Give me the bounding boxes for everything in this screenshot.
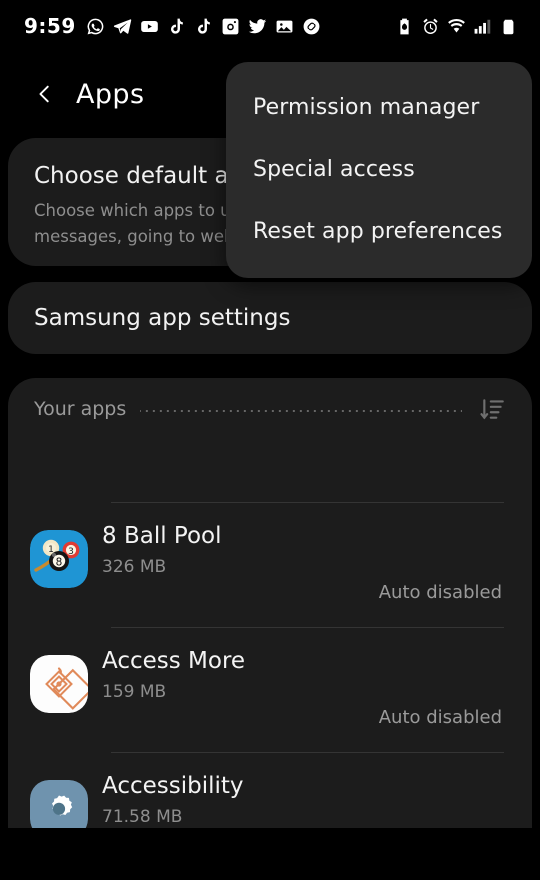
list-divider bbox=[111, 627, 504, 628]
svg-text:3: 3 bbox=[68, 547, 74, 557]
your-apps-label: Your apps bbox=[34, 398, 127, 420]
gallery-icon bbox=[275, 17, 294, 36]
instagram-icon bbox=[221, 17, 240, 36]
sort-button[interactable] bbox=[476, 392, 510, 426]
shazam-icon bbox=[302, 17, 321, 36]
app-size: 71.58 MB bbox=[102, 806, 183, 827]
list-divider bbox=[111, 502, 504, 503]
samsung-app-settings-title: Samsung app settings bbox=[34, 304, 291, 331]
menu-item-special-access[interactable]: Special access bbox=[226, 138, 532, 200]
app-name: Accessibility bbox=[102, 773, 244, 799]
app-name: Access More bbox=[102, 648, 246, 674]
app-size: 159 MB bbox=[102, 681, 167, 702]
8-ball-pool-icon: 1 3 8 bbox=[30, 530, 88, 588]
your-apps-header: Your apps bbox=[8, 378, 532, 440]
app-meta: 8 Ball Pool 326 MB bbox=[102, 502, 512, 578]
your-apps-spacer bbox=[8, 440, 532, 502]
app-meta: Access More 159 MB bbox=[102, 627, 512, 703]
app-list-item-access-more[interactable]: Access More 159 MB Auto disabled bbox=[8, 627, 532, 752]
youtube-icon bbox=[140, 17, 159, 36]
app-size: 326 MB bbox=[102, 556, 167, 577]
app-name: 8 Ball Pool bbox=[102, 523, 222, 549]
tiktok-icon bbox=[167, 17, 186, 36]
app-list-item-8-ball-pool[interactable]: 1 3 8 8 Ball Pool 326 MB Auto disabled bbox=[8, 502, 532, 627]
list-divider bbox=[111, 752, 504, 753]
status-bar: 9:59 bbox=[0, 0, 540, 52]
notification-icons bbox=[86, 17, 321, 36]
accessibility-gear-icon bbox=[30, 780, 88, 828]
alarm-icon bbox=[421, 17, 440, 36]
app-status-badge: Auto disabled bbox=[378, 707, 502, 728]
twitter-icon bbox=[248, 17, 267, 36]
page-title: Apps bbox=[76, 78, 145, 110]
system-icons bbox=[395, 17, 526, 36]
status-bar-clock: 9:59 bbox=[24, 14, 76, 38]
sort-descending-icon bbox=[480, 399, 504, 420]
signal-icon bbox=[473, 17, 492, 36]
back-button[interactable] bbox=[28, 77, 62, 111]
svg-text:8: 8 bbox=[56, 556, 63, 568]
wifi-icon bbox=[447, 17, 466, 36]
app-list-item-accessibility[interactable]: Accessibility 71.58 MB bbox=[8, 752, 532, 828]
back-chevron-icon bbox=[39, 85, 49, 103]
tiktok-icon-2 bbox=[194, 17, 213, 36]
menu-item-permission-manager[interactable]: Permission manager bbox=[226, 76, 532, 138]
access-more-icon bbox=[30, 655, 88, 713]
menu-item-reset-app-preferences[interactable]: Reset app preferences bbox=[226, 200, 532, 262]
samsung-app-settings-card[interactable]: Samsung app settings bbox=[8, 282, 532, 354]
telegram-icon bbox=[113, 17, 132, 36]
dotted-separator bbox=[140, 410, 462, 412]
battery-icon bbox=[499, 17, 518, 36]
your-apps-section: Your apps 1 3 8 8 Ball Pool 326 MB Auto … bbox=[8, 378, 532, 828]
overflow-menu[interactable]: Permission manager Special access Reset … bbox=[226, 62, 532, 278]
battery-saver-icon bbox=[395, 17, 414, 36]
whatsapp-icon bbox=[86, 17, 105, 36]
app-meta: Accessibility 71.58 MB bbox=[102, 752, 512, 828]
app-status-badge: Auto disabled bbox=[378, 582, 502, 603]
